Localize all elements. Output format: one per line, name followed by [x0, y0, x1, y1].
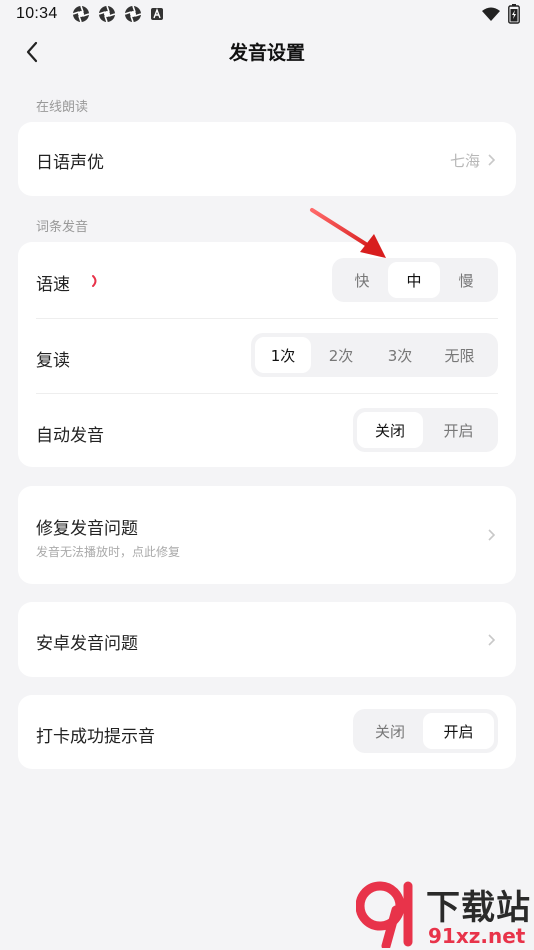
chevron-right-icon — [488, 154, 496, 166]
repeat-option-3[interactable]: 3次 — [371, 337, 429, 373]
android-pronunciation-row[interactable]: 安卓发音问题 — [18, 602, 516, 677]
checkin-sound-title: 打卡成功提示音 — [36, 727, 155, 747]
auto-option-off[interactable]: 关闭 — [357, 412, 423, 448]
speed-option-slow[interactable]: 慢 — [440, 262, 492, 298]
voice-actor-row[interactable]: 日语声优 七海 — [18, 122, 516, 196]
repeat-title: 复读 — [36, 351, 70, 371]
divider — [36, 393, 498, 394]
aperture-icon — [124, 5, 141, 23]
fix-pronunciation-row[interactable]: 修复发音问题 发音无法播放时，点此修复 — [18, 486, 516, 584]
checkin-option-on[interactable]: 开启 — [423, 713, 494, 749]
watermark-logo: 下载站 91xz.net — [354, 878, 534, 950]
chevron-right-icon — [488, 529, 496, 541]
a-badge-icon — [150, 8, 163, 20]
status-time: 10:34 — [16, 5, 58, 22]
word-pronunciation-card: 语速 快 中 慢 复读 1次 2次 3次 无限 自动发音 关闭 开启 — [18, 242, 516, 467]
auto-pronounce-toggle: 关闭 开启 — [353, 408, 498, 452]
aperture-icon — [98, 5, 115, 23]
voice-actor-title: 日语声优 — [36, 153, 104, 173]
voice-actor-value: 七海 — [449, 152, 480, 170]
repeat-option-2[interactable]: 2次 — [311, 337, 371, 373]
section-label-word: 词条发音 — [36, 220, 89, 235]
fix-pronunciation-title: 修复发音问题 — [36, 519, 138, 539]
checkin-sound-card: 打卡成功提示音 关闭 开启 — [18, 695, 516, 769]
repeat-option-infinite[interactable]: 无限 — [429, 337, 490, 373]
checkin-sound-toggle: 关闭 开启 — [353, 709, 498, 753]
status-system-icons — [482, 4, 520, 24]
chevron-right-icon — [488, 634, 496, 646]
page-title: 发音设置 — [228, 42, 305, 64]
auto-pronounce-title: 自动发音 — [36, 426, 104, 446]
divider — [36, 318, 498, 319]
watermark-chars: 下载站 — [426, 888, 531, 928]
battery-icon — [508, 4, 520, 24]
fix-pronunciation-subtitle: 发音无法播放时，点此修复 — [36, 545, 181, 559]
annotation-arrow — [310, 208, 386, 258]
watermark-logo-icon — [356, 881, 413, 948]
android-pronunciation-title: 安卓发音问题 — [36, 634, 138, 654]
aperture-icon — [72, 5, 89, 23]
checkin-option-off[interactable]: 关闭 — [357, 713, 423, 749]
status-bar: 10:34 — [0, 0, 534, 28]
wifi-icon — [482, 7, 500, 21]
section-label-online: 在线朗读 — [36, 100, 89, 115]
watermark-domain: 91xz.net — [428, 924, 526, 948]
auto-option-on[interactable]: 开启 — [423, 412, 494, 448]
status-notification-icons — [72, 5, 164, 23]
repeat-option-1[interactable]: 1次 — [255, 337, 311, 373]
speed-title: 语速 — [36, 275, 70, 295]
nav-bar: 发音设置 — [0, 28, 534, 74]
repeat-selector: 1次 2次 3次 无限 — [251, 333, 498, 377]
sound-wave-icon[interactable] — [90, 272, 102, 290]
